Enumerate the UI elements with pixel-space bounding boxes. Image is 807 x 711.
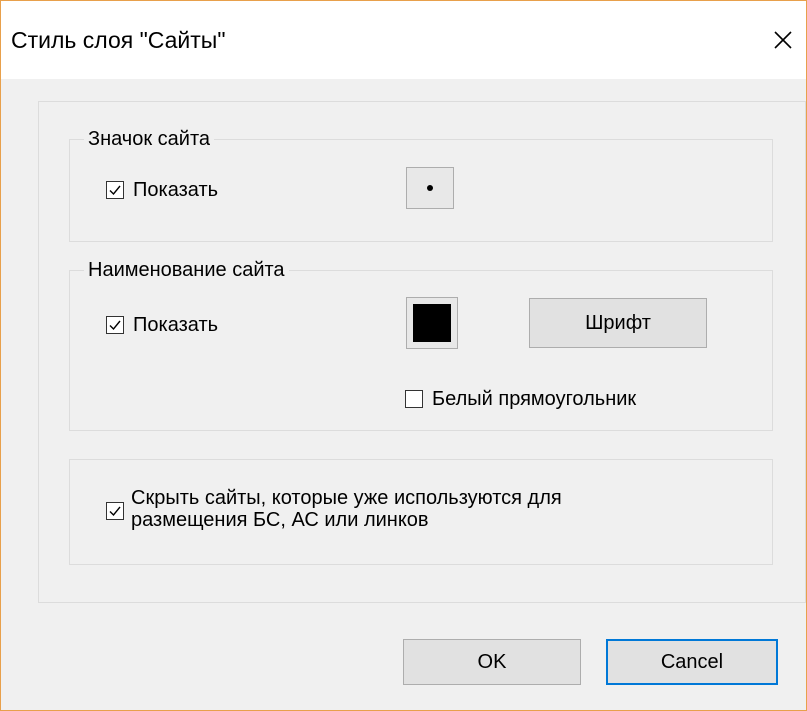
dot-symbol-icon <box>427 185 433 191</box>
white-rectangle-checkbox[interactable]: Белый прямоугольник <box>405 387 636 411</box>
dialog-window: Стиль слоя "Сайты" Значок сайта Показать <box>0 0 807 711</box>
site-icon-show-label: Показать <box>133 179 219 201</box>
dialog-title: Стиль слоя "Сайты" <box>11 27 226 53</box>
white-rectangle-label: Белый прямоугольник <box>432 388 637 410</box>
close-icon <box>774 31 792 49</box>
checkbox-box[interactable] <box>106 316 124 334</box>
cancel-button[interactable]: Cancel <box>606 639 778 685</box>
hide-used-sites-label-line2: размещения БС, АС или линков <box>131 509 429 531</box>
checkbox-box[interactable] <box>405 390 423 408</box>
site-icon-group: Значок сайта Показать <box>69 127 773 242</box>
checkmark-icon <box>109 320 121 331</box>
hide-sites-group: Скрыть сайты, которые уже используются д… <box>69 459 773 565</box>
font-button[interactable]: Шрифт <box>529 298 707 348</box>
label-color-button[interactable] <box>406 297 458 349</box>
checkmark-icon <box>109 506 121 517</box>
site-symbol-button[interactable] <box>406 167 454 209</box>
color-swatch <box>413 304 451 342</box>
site-icon-group-legend: Значок сайта <box>84 127 215 151</box>
title-bar: Стиль слоя "Сайты" <box>1 1 806 79</box>
close-button[interactable] <box>760 17 806 63</box>
site-name-show-label: Показать <box>133 314 219 336</box>
hide-used-sites-checkbox[interactable]: Скрыть сайты, которые уже используются д… <box>106 487 562 531</box>
hide-used-sites-label-line1: Скрыть сайты, которые уже используются д… <box>131 487 562 509</box>
checkbox-box[interactable] <box>106 502 124 520</box>
checkbox-box[interactable] <box>106 181 124 199</box>
site-name-show-checkbox[interactable]: Показать <box>106 313 218 337</box>
site-icon-show-checkbox[interactable]: Показать <box>106 178 218 202</box>
site-name-group: Наименование сайта Показать Шрифт Белый … <box>69 258 773 431</box>
site-name-group-legend: Наименование сайта <box>84 258 289 282</box>
ok-button[interactable]: OK <box>403 639 581 685</box>
hide-used-sites-label: Скрыть сайты, которые уже используются д… <box>131 487 562 531</box>
content-panel: Значок сайта Показать Наименование сайта <box>38 101 806 603</box>
checkmark-icon <box>109 185 121 196</box>
